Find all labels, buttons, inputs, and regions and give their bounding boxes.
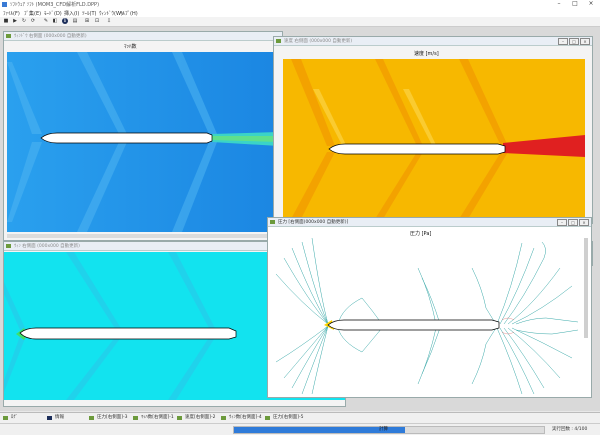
mach-window-title: ｳｨﾝﾄﾞｳ 右側面 (000x000 自動更新) <box>14 34 87 39</box>
maximize-icon[interactable]: □ <box>569 38 579 45</box>
list-icon[interactable]: ▤ <box>72 18 78 24</box>
tab-velocity-2[interactable]: 速度[右側面]-2 <box>176 414 216 422</box>
menu-help[interactable]: ﾍﾙﾌﾟ(H) <box>120 10 138 17</box>
window-icon <box>221 416 226 420</box>
status-right-text: 実行回数 : 4/100 <box>552 427 588 432</box>
close-icon[interactable]: × <box>585 0 597 7</box>
tab-log[interactable]: ﾛｸﾞ <box>2 414 18 422</box>
velocity-contour-plot <box>283 59 585 219</box>
tab-pressure-5[interactable]: 圧力[右側面]-5 <box>264 414 304 422</box>
tab-info[interactable]: 情報 <box>46 414 64 422</box>
tab-mach-1[interactable]: ﾏｯﾊ数[右側面]-1 <box>132 414 174 422</box>
run-icon[interactable]: ▶ <box>12 18 18 24</box>
tab-label: ﾛｸﾞ <box>11 415 18 420</box>
toolbar: ■ ▶ ↻ ⟳ ✎ ◧ ℹ ▤ ⊞ ⊡ ⇩ <box>0 17 600 27</box>
status-bar: 計算 実行回数 : 4/100 <box>0 423 600 435</box>
window-tab-bar: ﾛｸﾞ 情報 圧力[右側面]-3 ﾏｯﾊ数[右側面]-1 速度[右側面]-2 ｳ… <box>0 412 600 423</box>
mach-window-titlebar[interactable]: ｳｨﾝﾄﾞｳ 右側面 (000x000 自動更新) <box>4 32 282 41</box>
mach-contour-plot <box>7 52 279 232</box>
lower-left-title: ｳｨﾝ 右側面 (000x000 自動更新) <box>14 244 80 249</box>
info-icon[interactable]: ℹ <box>62 18 68 24</box>
window-icon <box>270 220 275 224</box>
tab-label: 圧力[右側面]-3 <box>97 415 128 420</box>
minimize-icon[interactable]: – <box>558 38 568 45</box>
mach-hscrollbar[interactable] <box>7 234 279 238</box>
window-icon <box>133 416 138 420</box>
stop-icon[interactable]: ■ <box>3 18 9 24</box>
tab-label: 圧力[右側面]-5 <box>273 415 304 420</box>
window-icon <box>6 34 11 38</box>
minimize-icon[interactable]: – <box>557 219 567 226</box>
layout-icon[interactable]: ⊡ <box>94 18 100 24</box>
edit-icon[interactable]: ✎ <box>43 18 49 24</box>
tab-label: 情報 <box>55 415 64 420</box>
tab-label: ｳｨﾝ数[右側面]-4 <box>229 415 262 420</box>
velocity-window-title: 速度 右側面 (000x000 自動更新) <box>284 39 353 44</box>
menu-tools[interactable]: ﾂｰﾙ(T) <box>82 10 96 17</box>
pressure-plot-title: 圧力 [Pa] <box>410 231 432 237</box>
pressure-contour-plot <box>272 238 578 394</box>
menu-insert[interactable]: 挿入(I) <box>64 10 79 17</box>
maximize-icon[interactable]: □ <box>569 0 581 7</box>
velocity-window[interactable]: 速度 右側面 (000x000 自動更新) – □ × 速度 [m/s] <box>273 36 593 224</box>
progress-label: 計算 <box>379 427 388 432</box>
pressure-window-titlebar[interactable]: 圧力 [右側面(000x000 自動更新)] – □ × <box>268 218 591 227</box>
window-icon <box>6 244 11 248</box>
minimize-icon[interactable]: – <box>553 0 565 7</box>
reload-icon[interactable]: ⟳ <box>30 18 36 24</box>
menu-edit[interactable]: ﾌﾞ集(E) <box>24 10 41 17</box>
grid-icon[interactable]: ⊞ <box>84 18 90 24</box>
menu-bar: ﾌｧｲﾙ(F) ﾌﾞ集(E) ﾓｰﾄﾞ(D) 挿入(I) ﾂｰﾙ(T) ｳｨﾝﾄ… <box>0 9 600 17</box>
close-icon[interactable]: × <box>579 219 589 226</box>
pressure-vscrollbar[interactable] <box>584 238 588 338</box>
velocity-plot-title: 速度 [m/s] <box>414 51 439 57</box>
log-icon <box>3 416 8 420</box>
view-icon[interactable]: ◧ <box>52 18 58 24</box>
velocity-window-titlebar[interactable]: 速度 右側面 (000x000 自動更新) – □ × <box>274 37 592 46</box>
tab-label: ﾏｯﾊ数[右側面]-1 <box>141 415 174 420</box>
window-icon <box>265 416 270 420</box>
window-icon <box>276 39 281 43</box>
tab-label: 速度[右側面]-2 <box>185 415 216 420</box>
maximize-icon[interactable]: □ <box>568 219 578 226</box>
app-icon <box>2 2 7 7</box>
menu-file[interactable]: ﾌｧｲﾙ(F) <box>3 10 20 17</box>
close-icon[interactable]: × <box>580 38 590 45</box>
download-icon[interactable]: ⇩ <box>106 18 112 24</box>
window-icon <box>89 416 94 420</box>
pressure-window-title: 圧力 [右側面(000x000 自動更新)] <box>278 220 349 225</box>
mach-plot-title: ﾏｯﾊ数 <box>124 44 137 50</box>
tab-pressure-3[interactable]: 圧力[右側面]-3 <box>88 414 128 422</box>
app-title: ｿﾌﾄｳｪｱ ｿﾌﾄ (MOM3_CFD解析FLD.DPP) <box>10 2 100 8</box>
mach-window[interactable]: ｳｨﾝﾄﾞｳ 右側面 (000x000 自動更新) ﾏｯﾊ数 <box>3 31 283 241</box>
app-title-bar: ｿﾌﾄｳｪｱ ｿﾌﾄ (MOM3_CFD解析FLD.DPP) – □ × <box>0 0 600 9</box>
info-icon <box>47 416 52 420</box>
menu-mode[interactable]: ﾓｰﾄﾞ(D) <box>44 10 62 17</box>
progress-bar: 計算 <box>233 426 545 434</box>
refresh-icon[interactable]: ↻ <box>21 18 27 24</box>
pressure-window[interactable]: 圧力 [右側面(000x000 自動更新)] – □ × 圧力 [Pa] <box>267 217 592 398</box>
window-icon <box>177 416 182 420</box>
tab-window-4[interactable]: ｳｨﾝ数[右側面]-4 <box>220 414 262 422</box>
